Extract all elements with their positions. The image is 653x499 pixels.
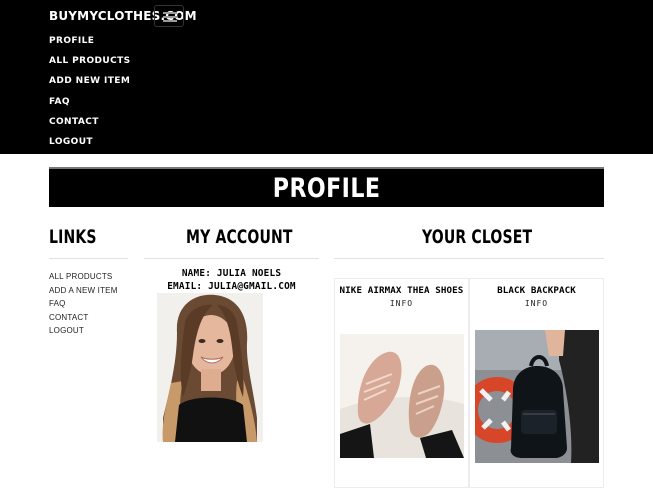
account-heading: MY ACCOUNT xyxy=(186,226,293,248)
nav-item-profile[interactable]: PROFILE xyxy=(49,36,94,46)
profile-photo xyxy=(157,293,263,442)
nav-item-contact[interactable]: CONTACT xyxy=(49,117,99,127)
account-divider xyxy=(144,258,319,259)
nav-item-logout[interactable]: LOGOUT xyxy=(49,137,93,147)
closet-item-info-link[interactable]: INFO xyxy=(335,299,468,308)
closet-item-photo xyxy=(475,330,599,463)
account-name: NAME: JULIA NOELS xyxy=(181,268,282,279)
closet-item-photo xyxy=(340,334,464,458)
link-logout[interactable]: LOGOUT xyxy=(49,326,84,335)
nav-menu: PROFILE ALL PRODUCTS ADD NEW ITEM FAQ CO… xyxy=(49,33,131,154)
link-contact[interactable]: CONTACT xyxy=(49,313,88,322)
account-email: EMAIL: JULIA@GMAIL.COM xyxy=(167,281,296,292)
page-title: PROFILE xyxy=(272,172,381,204)
menu-toggle-icon[interactable] xyxy=(154,5,184,27)
profile-banner: PROFILE xyxy=(49,167,604,207)
links-divider xyxy=(49,258,128,259)
link-all-products[interactable]: ALL PRODUCTS xyxy=(49,272,112,281)
links-list: ALL PRODUCTS ADD A NEW ITEM FAQ CONTACT … xyxy=(49,270,118,338)
closet-item-info-link[interactable]: INFO xyxy=(470,299,603,308)
closet-item-title: NIKE AIRMAX THEA SHOES xyxy=(339,285,464,296)
closet-card-shoes[interactable]: NIKE AIRMAX THEA SHOES INFO xyxy=(334,278,469,488)
closet-card-backpack[interactable]: BLACK BACKPACK INFO xyxy=(469,278,604,488)
closet-divider xyxy=(334,258,604,259)
top-navbar: BUYMYCLOTHES.COM PROFILE ALL PRODUCTS AD… xyxy=(0,0,653,154)
nav-item-faq[interactable]: FAQ xyxy=(49,97,70,107)
closet-item-title: BLACK BACKPACK xyxy=(497,285,576,296)
link-add-new-item[interactable]: ADD A NEW ITEM xyxy=(49,286,118,295)
closet-heading: YOUR CLOSET xyxy=(422,226,533,248)
nav-item-all-products[interactable]: ALL PRODUCTS xyxy=(49,56,131,66)
nav-item-add-new-item[interactable]: ADD NEW ITEM xyxy=(49,76,130,86)
link-faq[interactable]: FAQ xyxy=(49,299,66,308)
links-heading: LINKS xyxy=(49,226,97,248)
